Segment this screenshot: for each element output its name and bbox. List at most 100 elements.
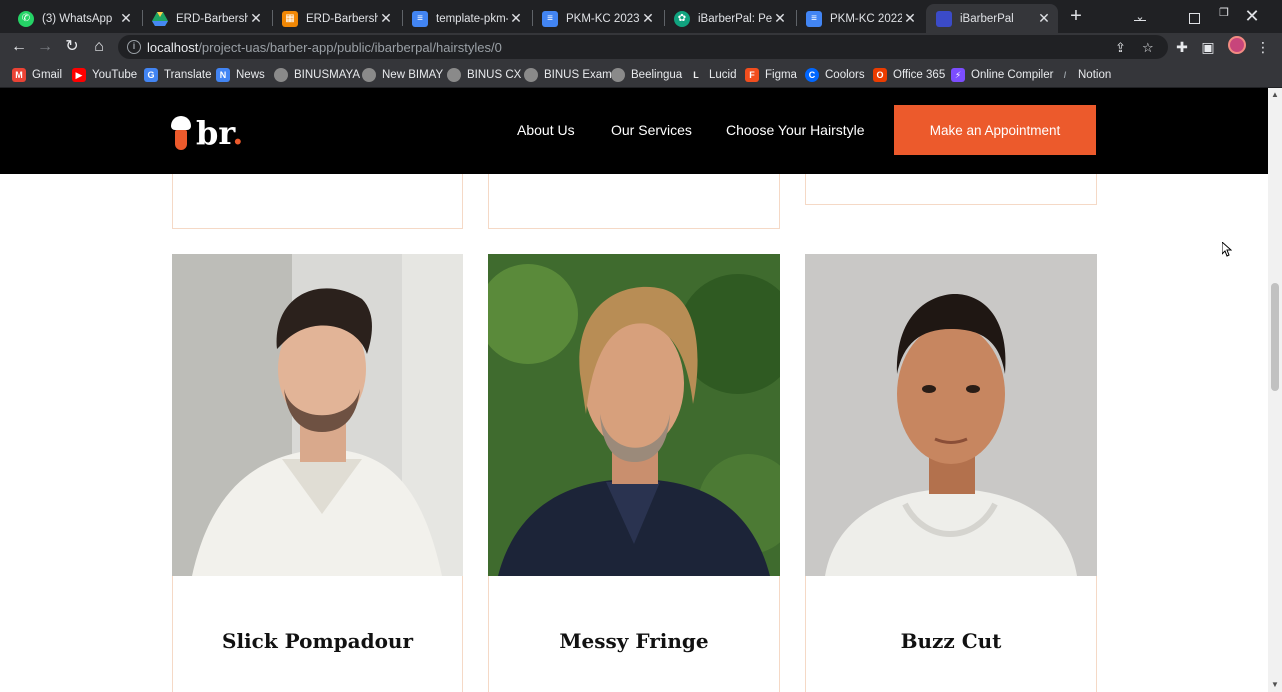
bookmark-item[interactable]: BINUSMAYA xyxy=(274,66,360,84)
tab-title: template-pkm-kc xyxy=(436,12,508,25)
tab-title: iBarberPal: Pemilihan xyxy=(698,12,772,25)
office-icon: O xyxy=(873,68,887,82)
tab-title: iBarberPal xyxy=(960,12,1014,25)
compiler-icon: ⚡ xyxy=(951,68,965,82)
bookmark-item[interactable]: BINUS Exam xyxy=(524,66,612,84)
close-icon[interactable]: ✕ xyxy=(640,10,656,27)
url-text: localhost/project-uas/barber-app/public/… xyxy=(147,39,502,55)
address-bar[interactable]: i localhost/project-uas/barber-app/publi… xyxy=(118,35,1168,59)
reload-icon[interactable]: ↻ xyxy=(62,37,82,57)
youtube-icon: ▶ xyxy=(72,68,86,82)
close-icon[interactable]: ✕ xyxy=(1036,10,1052,27)
profile-avatar[interactable] xyxy=(1228,36,1246,54)
side-panel-icon[interactable]: ▣ xyxy=(1198,37,1218,57)
drawio-icon: ▦ xyxy=(282,10,298,27)
browser-tab[interactable]: ≡ template-pkm-kc ✕ xyxy=(402,4,530,33)
hairstyle-name: Slick Pompadour xyxy=(222,629,413,653)
browser-tab[interactable]: ≡ PKM-KC 2022 AI ✕ xyxy=(796,4,924,33)
site-info-icon[interactable]: i xyxy=(127,40,141,54)
google-drive-icon xyxy=(152,11,168,27)
bookmark-item[interactable]: Beelingua xyxy=(611,66,682,84)
hairstyle-name: Buzz Cut xyxy=(900,629,1002,653)
bookmark-item[interactable]: N News xyxy=(216,66,265,84)
nav-about-us[interactable]: About Us xyxy=(517,122,575,138)
google-docs-icon: ≡ xyxy=(806,10,822,27)
close-icon[interactable]: ✕ xyxy=(118,10,134,27)
close-icon[interactable]: ✕ xyxy=(248,10,264,27)
google-docs-icon: ≡ xyxy=(412,10,428,27)
chatgpt-icon: ✿ xyxy=(674,10,690,27)
close-icon[interactable]: ✕ xyxy=(772,10,788,27)
maximize-icon[interactable]: ❐ xyxy=(1216,0,1232,33)
bookmark-item[interactable]: ⚡ Online Compiler xyxy=(951,66,1053,84)
site-logo[interactable]: br. xyxy=(170,112,243,150)
bookmark-item[interactable]: O Office 365 xyxy=(873,66,945,84)
hairstyle-photo xyxy=(172,254,463,576)
extensions-icon[interactable]: ✚ xyxy=(1172,37,1192,57)
hairstyle-card[interactable]: Slick Pompadour xyxy=(172,254,463,692)
bookmark-item[interactable]: M Gmail xyxy=(12,66,62,84)
bookmark-item[interactable]: BINUS CX xyxy=(447,66,521,84)
browser-tab-active[interactable]: iBarberPal ✕ xyxy=(926,4,1058,33)
browser-tab[interactable]: ✆ (3) WhatsApp ✕ xyxy=(8,4,140,33)
browser-tab-bar: ✆ (3) WhatsApp ✕ ERD-Barbershop.drawio ✕… xyxy=(0,0,1282,33)
restore-icon[interactable] xyxy=(1186,0,1202,33)
share-icon[interactable]: ⇪ xyxy=(1115,40,1126,56)
bookmark-star-icon[interactable]: ☆ xyxy=(1142,40,1154,56)
tab-title: ERD-Barbershop.drawio xyxy=(176,12,248,25)
minimize-icon[interactable] xyxy=(1132,0,1148,33)
close-icon[interactable]: ✕ xyxy=(508,10,524,27)
browser-tab[interactable]: ERD-Barbershop.drawio ✕ xyxy=(142,4,270,33)
nav-choose-hairstyle[interactable]: Choose Your Hairstyle xyxy=(726,122,865,138)
binus-icon xyxy=(611,68,625,82)
hairstyle-photo xyxy=(488,254,780,576)
translate-icon: G xyxy=(144,68,158,82)
binus-icon xyxy=(274,68,288,82)
whatsapp-icon: ✆ xyxy=(18,10,34,27)
page-viewport: br. About Us Our Services Choose Your Ha… xyxy=(0,88,1268,692)
menu-icon[interactable]: ⋮ xyxy=(1253,37,1273,57)
hairstyle-photo xyxy=(805,254,1097,576)
notion-icon: / xyxy=(1063,70,1067,80)
bookmark-item[interactable]: G Translate xyxy=(144,66,212,84)
back-icon[interactable]: ← xyxy=(9,37,29,57)
tab-title: PKM-KC 2022 AI xyxy=(830,12,902,25)
lucid-icon: L xyxy=(693,70,699,80)
bookmark-item[interactable]: New BIMAY xyxy=(362,66,443,84)
coolors-icon: C xyxy=(805,68,819,82)
close-icon[interactable]: ✕ xyxy=(902,10,918,27)
close-icon[interactable]: ✕ xyxy=(378,10,394,27)
hairstyle-name: Messy Fringe xyxy=(559,629,709,653)
browser-toolbar: ← → ↻ ⌂ i localhost/project-uas/barber-a… xyxy=(0,33,1282,61)
figma-icon: F xyxy=(745,68,759,82)
bookmark-item[interactable]: ▶ YouTube xyxy=(72,66,137,84)
bookmark-item[interactable]: / Notion xyxy=(1058,66,1112,84)
news-icon: N xyxy=(216,68,230,82)
mouse-cursor xyxy=(1221,240,1233,262)
scrollbar-thumb[interactable] xyxy=(1271,283,1279,391)
bookmark-item[interactable]: F Figma xyxy=(745,66,797,84)
hairstyle-card[interactable]: Messy Fringe xyxy=(488,254,780,692)
home-icon[interactable]: ⌂ xyxy=(89,37,109,57)
site-icon xyxy=(936,10,952,27)
gmail-icon: M xyxy=(12,68,26,82)
scroll-up-icon[interactable]: ▲ xyxy=(1268,88,1282,102)
tab-title: PKM-KC 2023 Web xyxy=(566,12,640,25)
browser-tab[interactable]: ✿ iBarberPal: Pemilihan ✕ xyxy=(664,4,794,33)
nav-our-services[interactable]: Our Services xyxy=(611,122,692,138)
binus-icon xyxy=(362,68,376,82)
browser-tab[interactable]: ≡ PKM-KC 2023 Web ✕ xyxy=(532,4,662,33)
bookmarks-bar: M Gmail ▶ YouTube G Translate N News BINUSMA… xyxy=(0,61,1282,88)
browser-tab[interactable]: ▦ ERD-Barbershop.drawio ✕ xyxy=(272,4,400,33)
forward-icon[interactable]: → xyxy=(35,37,55,57)
window-close-icon[interactable]: ✕ xyxy=(1242,0,1262,33)
scroll-down-icon[interactable]: ▼ xyxy=(1268,678,1282,692)
page-scrollbar[interactable]: ▲ ▼ xyxy=(1268,88,1282,692)
make-appointment-button[interactable]: Make an Appointment xyxy=(894,105,1096,155)
bookmark-item[interactable]: L Lucid xyxy=(689,66,736,84)
barber-brush-icon xyxy=(170,116,192,150)
bookmark-item[interactable]: C Coolors xyxy=(805,66,865,84)
new-tab-button[interactable]: + xyxy=(1066,6,1086,26)
tab-title: ERD-Barbershop.drawio xyxy=(306,12,378,25)
hairstyle-card[interactable]: Buzz Cut xyxy=(805,254,1097,692)
